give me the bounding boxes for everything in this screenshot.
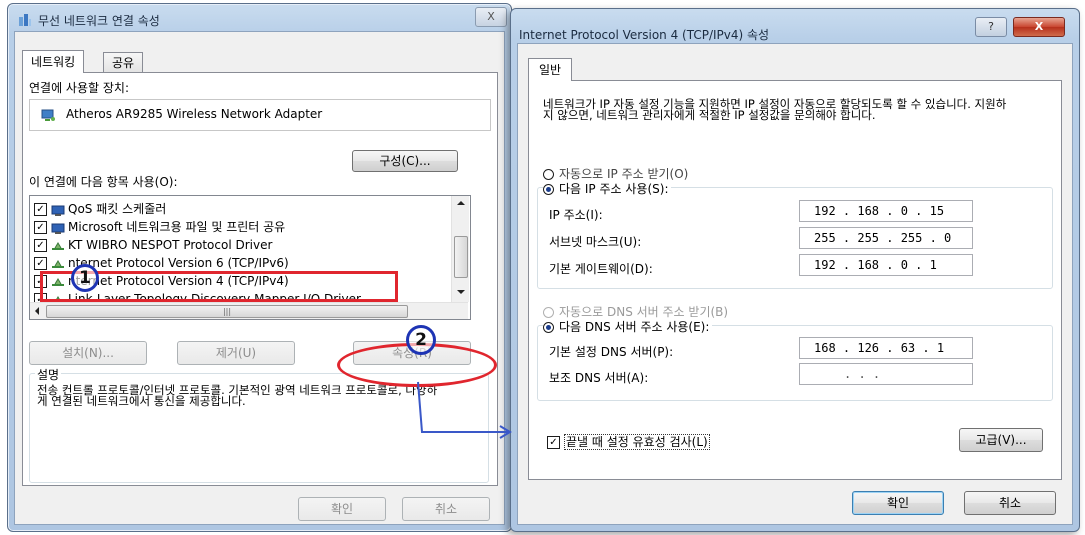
- close-icon: X: [1034, 20, 1044, 33]
- right-close-button[interactable]: X: [1013, 17, 1065, 37]
- tab-sharing[interactable]: 공유: [103, 52, 144, 73]
- preferred-dns-value: 168 . 126 . 63 . 1: [814, 341, 945, 355]
- help-button[interactable]: ?: [975, 17, 1007, 37]
- validate-label: 끝낼 때 설정 유효성 검사(L): [564, 434, 710, 450]
- adapter-box: Atheros AR9285 Wireless Network Adapter: [29, 99, 491, 131]
- left-cancel-button[interactable]: 취소: [402, 497, 490, 521]
- scroll-up-arrow-icon[interactable]: [457, 201, 465, 205]
- manual-ip-label: 다음 IP 주소 사용(S):: [559, 182, 669, 196]
- list-item-label: KT WIBRO NESPOT Protocol Driver: [68, 238, 273, 252]
- manual-dns-radio-button[interactable]: [543, 322, 554, 333]
- step2-badge: 2: [406, 325, 436, 355]
- right-ok-button[interactable]: 확인: [852, 491, 944, 515]
- alternate-dns-field[interactable]: . . .: [799, 363, 973, 385]
- tab-sharing-label: 공유: [112, 56, 135, 70]
- ip-address-field[interactable]: 192 . 168 . 0 . 15: [799, 200, 973, 222]
- network-client-icon: [51, 222, 65, 234]
- validate-checkbox[interactable]: ✓ 끝낼 때 설정 유효성 검사(L): [547, 433, 710, 450]
- list-item[interactable]: ✓ QoS 패킷 스케줄러: [34, 200, 166, 218]
- connect-using-label: 연결에 사용할 장치:: [29, 81, 129, 95]
- adapter-icon: [40, 107, 56, 123]
- scroll-left-arrow-icon[interactable]: [35, 307, 39, 315]
- item-checkbox[interactable]: ✓: [34, 257, 47, 270]
- tab-networking-label: 네트워킹: [31, 55, 76, 69]
- preferred-dns-label: 기본 설정 DNS 서버(P):: [549, 345, 674, 359]
- auto-ip-radio-button[interactable]: [543, 169, 554, 180]
- ip-address-label: IP 주소(I):: [549, 208, 603, 222]
- dns-group: [537, 325, 1053, 401]
- list-item-label: Microsoft 네트워크용 파일 및 프린터 공유: [68, 220, 286, 234]
- auto-dns-radio-button[interactable]: [543, 307, 554, 318]
- item-checkbox[interactable]: ✓: [34, 239, 47, 252]
- manual-dns-label: 다음 DNS 서버 주소 사용(E):: [559, 320, 710, 334]
- configure-button[interactable]: 구성(C)...: [352, 150, 458, 172]
- gateway-label: 기본 게이트웨이(D):: [549, 262, 653, 276]
- description-text: 전송 컨트롤 프로토콜/인터넷 프로토콜. 기본적인 광역 네트워크 프로토콜로…: [37, 383, 438, 408]
- arrow-to-ipv4-dialog-icon: [417, 381, 512, 439]
- item-checkbox[interactable]: ✓: [34, 203, 47, 216]
- scroll-down-arrow-icon[interactable]: [457, 290, 465, 294]
- close-icon: X: [487, 10, 495, 23]
- preferred-dns-field[interactable]: 168 . 126 . 63 . 1: [799, 337, 973, 359]
- item-checkbox[interactable]: ✓: [34, 221, 47, 234]
- left-window-title: 무선 네트워크 연결 속성: [38, 14, 160, 28]
- gateway-value: 192 . 168 . 0 . 1: [814, 258, 937, 272]
- right-client-area: 일반 네트워크가 IP 자동 설정 기능을 지원하면 IP 설정이 자동으로 할…: [517, 43, 1073, 525]
- list-item-label: nternet Protocol Version 6 (TCP/IPv6): [68, 256, 289, 270]
- subnet-mask-value: 255 . 255 . 255 . 0: [814, 231, 952, 245]
- auto-ip-label: 자동으로 IP 주소 받기(O): [559, 167, 689, 181]
- protocol-icon: [51, 240, 65, 252]
- manual-ip-radio-button[interactable]: [543, 184, 554, 195]
- items-vscrollbar[interactable]: [451, 196, 469, 302]
- left-close-button[interactable]: X: [475, 7, 507, 27]
- protocol-icon: [51, 258, 65, 270]
- install-button[interactable]: 설치(N)...: [29, 341, 147, 365]
- manual-dns-radio[interactable]: 다음 DNS 서버 주소 사용(E):: [543, 318, 713, 335]
- right-cancel-button[interactable]: 취소: [964, 491, 1056, 515]
- subnet-mask-label: 서브넷 마스크(U):: [549, 235, 642, 249]
- list-item[interactable]: ✓ nternet Protocol Version 6 (TCP/IPv6): [34, 254, 289, 272]
- intro-text: 네트워크가 IP 자동 설정 기능을 지원하면 IP 설정이 자동으로 할당되도…: [543, 97, 1007, 122]
- uninstall-button[interactable]: 제거(U): [177, 341, 295, 365]
- general-tab-page: 네트워크가 IP 자동 설정 기능을 지원하면 IP 설정이 자동으로 할당되도…: [528, 80, 1062, 480]
- step1-badge: 1: [71, 264, 99, 292]
- tab-networking[interactable]: 네트워킹: [22, 50, 85, 73]
- manual-ip-radio[interactable]: 다음 IP 주소 사용(S):: [543, 180, 672, 197]
- network-client-icon: [51, 204, 65, 216]
- adapter-name: Atheros AR9285 Wireless Network Adapter: [66, 107, 323, 121]
- step1-number: 1: [79, 268, 91, 288]
- advanced-button[interactable]: 고급(V)...: [959, 428, 1043, 452]
- left-ok-button[interactable]: 확인: [298, 497, 386, 521]
- tab-general[interactable]: 일반: [528, 58, 573, 81]
- validate-checkbox-box[interactable]: ✓: [547, 436, 560, 449]
- tab-general-label: 일반: [539, 63, 562, 77]
- auto-dns-label: 자동으로 DNS 서버 주소 받기(B): [559, 305, 729, 319]
- alternate-dns-value: . . .: [844, 367, 881, 381]
- alternate-dns-label: 보조 DNS 서버(A):: [549, 371, 649, 385]
- items-hscrollbar[interactable]: |||: [30, 302, 468, 319]
- list-item-label: QoS 패킷 스케줄러: [68, 202, 167, 216]
- help-icon: ?: [988, 20, 994, 33]
- list-item[interactable]: ✓ KT WIBRO NESPOT Protocol Driver: [34, 236, 272, 254]
- items-label: 이 연결에 다음 항목 사용(O):: [29, 175, 178, 189]
- left-window-icon: [18, 13, 32, 27]
- description-group-label: 설명: [35, 366, 62, 383]
- gateway-field[interactable]: 192 . 168 . 0 . 1: [799, 254, 973, 276]
- hscroll-thumb[interactable]: |||: [46, 305, 408, 318]
- step2-number: 2: [415, 330, 427, 350]
- right-window-title: Internet Protocol Version 4 (TCP/IPv4) 속…: [519, 28, 770, 42]
- ip-address-value: 192 . 168 . 0 . 15: [814, 204, 945, 218]
- subnet-mask-field[interactable]: 255 . 255 . 255 . 0: [799, 227, 973, 249]
- scroll-thumb[interactable]: [454, 236, 468, 278]
- list-item[interactable]: ✓ Microsoft 네트워크용 파일 및 프린터 공유: [34, 218, 285, 236]
- right-dialog-window: Internet Protocol Version 4 (TCP/IPv4) 속…: [510, 8, 1080, 532]
